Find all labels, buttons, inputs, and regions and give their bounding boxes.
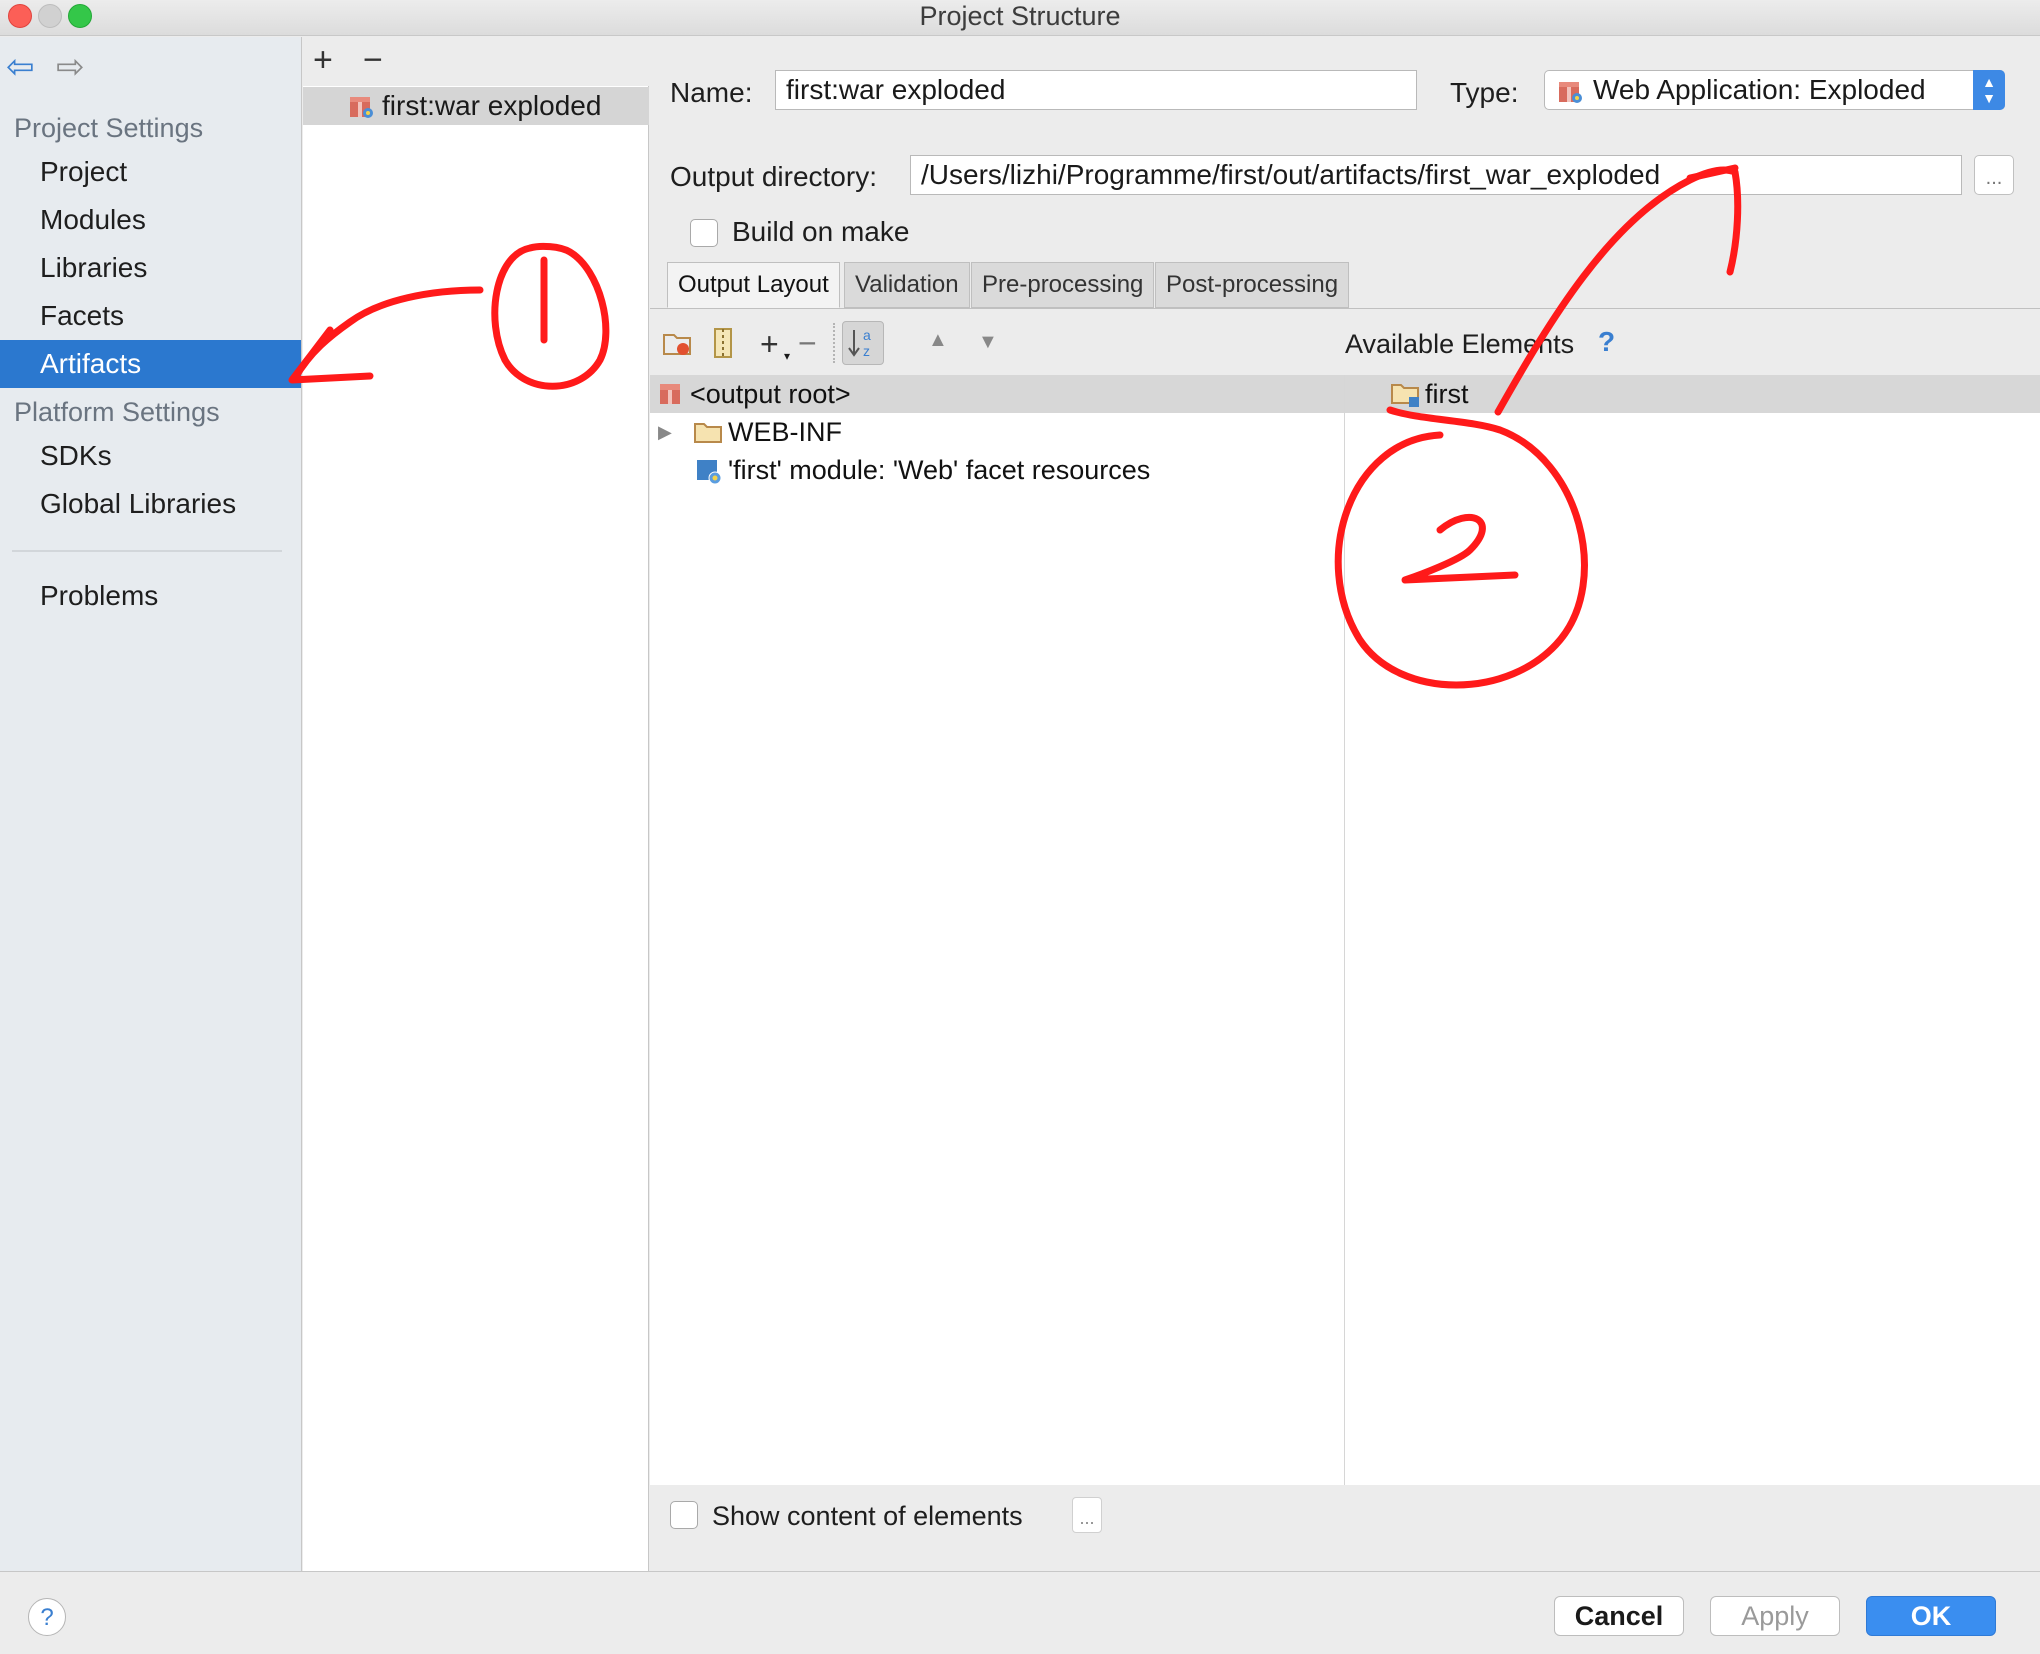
name-label: Name: <box>670 77 753 108</box>
folder-icon <box>694 423 722 443</box>
sidebar-item-global-libraries[interactable]: Global Libraries <box>0 480 301 528</box>
sidebar-item-problems[interactable]: Problems <box>0 572 301 620</box>
apply-button[interactable]: Apply <box>1710 1596 1840 1636</box>
title-bar: Project Structure <box>0 0 2040 36</box>
module-folder-icon <box>1391 384 1419 407</box>
forward-arrow-icon[interactable]: ⇨ <box>56 50 85 84</box>
war-exploded-icon <box>350 97 373 118</box>
artifacts-list-panel: + − first:war exploded <box>303 37 649 1571</box>
type-label: Type: <box>1450 77 1519 108</box>
layout-bottom-bar: Show content of elements ... <box>650 1485 2040 1547</box>
svg-text:z: z <box>863 343 870 359</box>
back-arrow-icon[interactable]: ⇦ <box>6 50 35 84</box>
layout-toolbar: + ▾ − a z ▲ ▼ Available Elements ? <box>650 309 2040 375</box>
remove-artifact-button[interactable]: − <box>363 43 383 77</box>
sidebar-item-sdks[interactable]: SDKs <box>0 432 301 480</box>
web-facet-icon <box>697 460 722 485</box>
sidebar-item-project[interactable]: Project <box>0 148 301 196</box>
ok-button[interactable]: OK <box>1866 1596 1996 1636</box>
cancel-button[interactable]: Cancel <box>1554 1596 1684 1636</box>
move-down-icon[interactable]: ▼ <box>978 331 998 354</box>
tree-label-web-facet-resources: 'first' module: 'Web' facet resources <box>728 455 1151 485</box>
section-project-settings: Project Settings <box>14 113 204 143</box>
type-select[interactable]: Web Application: Exploded ▲ ▼ <box>1544 70 2005 110</box>
settings-sidebar: ⇦ ⇨ Project Settings Project Modules Lib… <box>0 37 302 1571</box>
chevron-down-icon: ▾ <box>784 349 791 363</box>
toolbar-separator <box>833 323 835 363</box>
name-input[interactable]: first:war exploded <box>775 70 1417 110</box>
help-button[interactable]: ? <box>28 1598 66 1636</box>
output-layout-pane: + ▾ − a z ▲ ▼ Available Elements ? <outp… <box>650 308 2040 1547</box>
build-on-make-checkbox[interactable] <box>690 219 718 247</box>
output-directory-label: Output directory: <box>670 161 877 192</box>
artifacts-toolbar: + − <box>303 37 649 86</box>
tree-row-web-inf[interactable]: ▶ WEB-INF <box>650 413 1344 451</box>
tree-row-output-root[interactable]: <output root> <box>650 375 1344 413</box>
show-content-browse-button[interactable]: ... <box>1072 1497 1102 1533</box>
artifact-editor: Name: first:war exploded Type: Web Appli… <box>650 37 2040 1571</box>
sidebar-item-facets[interactable]: Facets <box>0 292 301 340</box>
tab-post-processing[interactable]: Post-processing <box>1155 262 1350 308</box>
tab-pre-processing[interactable]: Pre-processing <box>971 262 1155 308</box>
available-label-first: first <box>1425 379 1469 409</box>
artifact-icon <box>660 384 680 404</box>
sidebar-item-libraries[interactable]: Libraries <box>0 244 301 292</box>
section-platform-settings: Platform Settings <box>14 397 220 427</box>
tree-row-web-facet-resources[interactable]: 'first' module: 'Web' facet resources <box>650 451 1344 489</box>
artifact-name-label: first:war exploded <box>382 90 602 121</box>
sidebar-divider <box>12 550 282 552</box>
tree-label-output-root: <output root> <box>690 379 851 409</box>
artifact-list-item[interactable]: first:war exploded <box>303 87 649 125</box>
add-element-button[interactable]: + <box>760 327 779 361</box>
browse-output-button[interactable]: ... <box>1974 155 2014 195</box>
show-content-checkbox[interactable] <box>670 1501 698 1529</box>
war-exploded-icon <box>1559 82 1582 103</box>
add-artifact-button[interactable]: + <box>313 43 333 77</box>
sidebar-item-modules[interactable]: Modules <box>0 196 301 244</box>
move-up-icon[interactable]: ▲ <box>928 329 948 352</box>
output-directory-input[interactable]: /Users/lizhi/Programme/first/out/artifac… <box>910 155 1962 195</box>
window-title: Project Structure <box>919 1 1121 31</box>
available-elements-help-icon[interactable]: ? <box>1598 326 1615 358</box>
tab-output-layout[interactable]: Output Layout <box>667 262 840 308</box>
show-content-label[interactable]: Show content of elements <box>712 1501 1023 1532</box>
sort-alphabetically-icon: a z <box>848 327 871 359</box>
svg-text:a: a <box>863 327 871 343</box>
sidebar-item-artifacts[interactable]: Artifacts <box>0 340 301 388</box>
available-row-first[interactable]: first <box>1345 375 2040 413</box>
available-elements-label: Available Elements <box>1345 329 1575 359</box>
dialog-footer: ? Cancel Apply OK <box>0 1571 2040 1654</box>
type-select-value: Web Application: Exploded <box>1593 74 1926 105</box>
build-on-make-label[interactable]: Build on make <box>732 216 909 248</box>
remove-element-button[interactable]: − <box>798 326 817 360</box>
sort-elements-button[interactable]: a z <box>842 321 884 365</box>
tree-label-web-inf: WEB-INF <box>728 417 842 447</box>
chevron-updown-icon: ▲ ▼ <box>1973 70 2005 110</box>
layout-splitter[interactable] <box>1344 375 1345 1485</box>
tab-validation[interactable]: Validation <box>844 262 970 308</box>
create-archive-icon[interactable] <box>712 327 734 359</box>
expand-arrow-icon[interactable]: ▶ <box>658 413 672 451</box>
create-directory-icon[interactable] <box>662 329 692 357</box>
